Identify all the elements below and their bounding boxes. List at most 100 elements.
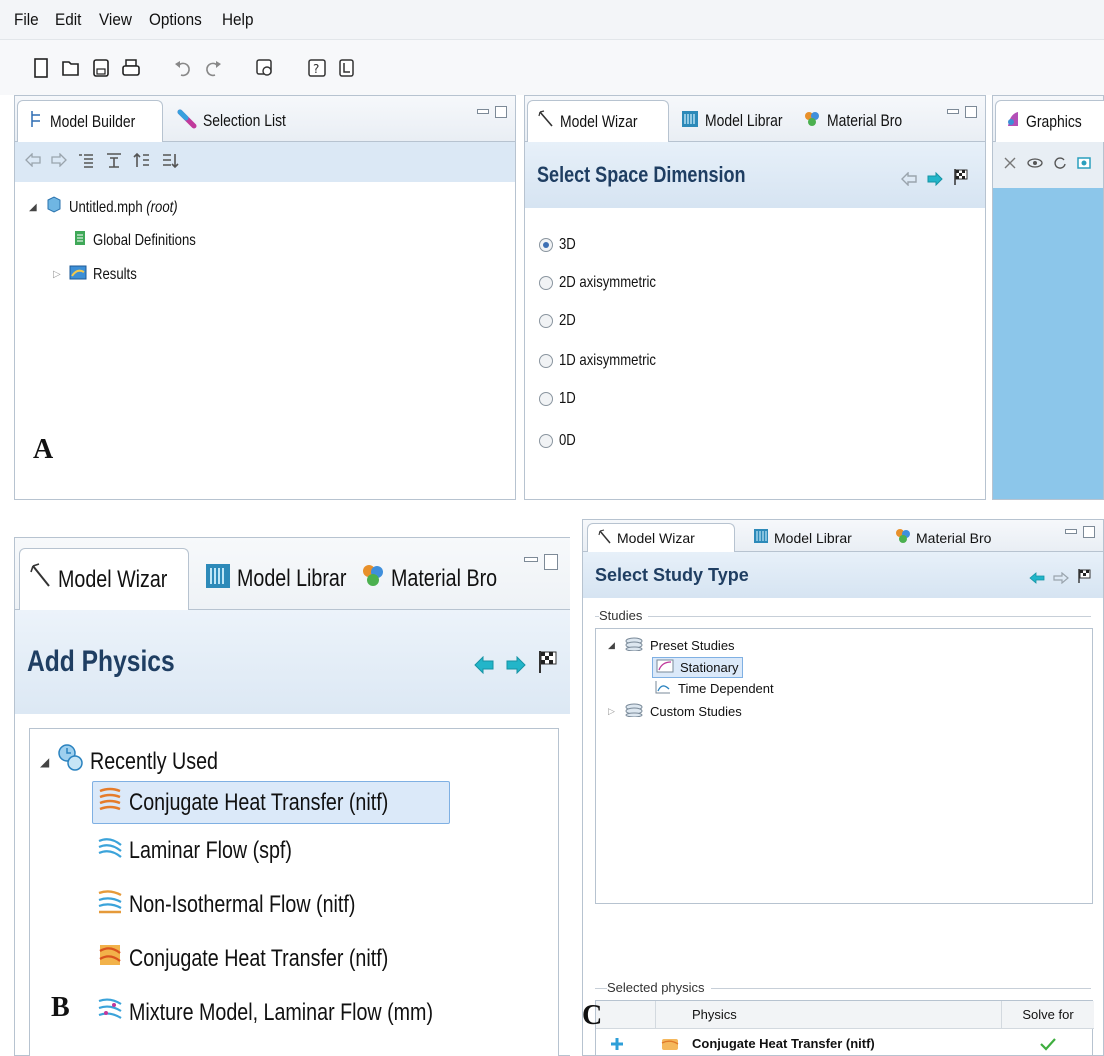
wand-icon <box>538 110 554 133</box>
undo-icon[interactable] <box>172 55 194 81</box>
finish-flag-icon[interactable] <box>953 166 969 192</box>
radio-button[interactable] <box>539 276 553 290</box>
tree-item-stationary[interactable]: Stationary <box>652 657 743 678</box>
tree-item-preset-studies[interactable]: ◢ Preset Studies <box>608 637 735 654</box>
menu-file[interactable]: File <box>14 10 39 30</box>
tab-graphics[interactable]: Graphics <box>995 100 1104 142</box>
maximize-button[interactable] <box>1083 526 1095 538</box>
wizard-nav <box>474 648 558 682</box>
tab-label: Model Librar <box>774 529 852 546</box>
update-icon[interactable] <box>254 55 276 81</box>
menu-view[interactable]: View <box>99 10 132 30</box>
model-builder-panel: Model Builder Selection List ◢ Untitled.… <box>14 95 516 500</box>
tree-item-time-dependent[interactable]: Time Dependent <box>654 680 774 697</box>
move-down-icon[interactable] <box>161 152 179 173</box>
tree-item-global-definitions[interactable]: Global Definitions <box>73 230 218 251</box>
collapsed-arrow-icon[interactable]: ▷ <box>608 706 618 717</box>
camera-icon[interactable] <box>1077 156 1091 175</box>
back-arrow-icon[interactable] <box>901 166 917 192</box>
collapsed-arrow-icon[interactable]: ▷ <box>53 269 63 280</box>
minimize-button[interactable] <box>1065 529 1077 534</box>
expanded-arrow-icon[interactable]: ◢ <box>608 640 618 651</box>
radio-1d-axisymmetric[interactable]: 1D axisymmetric <box>539 352 677 370</box>
expand-icon[interactable] <box>77 152 95 173</box>
radio-0d[interactable]: 0D <box>539 432 579 450</box>
menu-options[interactable]: Options <box>149 10 202 30</box>
back-arrow-icon[interactable] <box>474 648 494 682</box>
selected-physics-table: Physics Solve for Conjugate Heat Transfe… <box>595 1000 1094 1056</box>
finish-flag-icon[interactable] <box>1077 568 1091 589</box>
physics-item-conjugate-heat-transfer-selected[interactable]: Conjugate Heat Transfer (nitf) <box>92 781 451 824</box>
radio-2d-axisymmetric[interactable]: 2D axisymmetric <box>539 274 677 292</box>
radio-2d[interactable]: 2D <box>539 312 579 330</box>
next-arrow-icon[interactable] <box>1053 568 1069 589</box>
new-file-icon[interactable] <box>30 55 52 81</box>
documentation-icon[interactable] <box>336 55 358 81</box>
expanded-arrow-icon[interactable]: ◢ <box>29 202 39 213</box>
radio-1d[interactable]: 1D <box>539 390 579 408</box>
tab-model-library[interactable]: Model Librar <box>743 523 862 552</box>
radio-button[interactable] <box>539 354 553 368</box>
graphics-icon <box>1006 110 1020 133</box>
tab-selection-list[interactable]: Selection List <box>167 100 314 142</box>
minimize-button[interactable] <box>477 109 489 114</box>
tab-label: Material Bro <box>916 529 992 546</box>
forward-arrow-icon[interactable] <box>51 151 67 172</box>
graphics-canvas[interactable] <box>993 188 1103 499</box>
radio-3d[interactable]: 3D <box>539 236 579 254</box>
tree-item-custom-studies[interactable]: ▷ Custom Studies <box>608 703 742 720</box>
open-icon[interactable] <box>60 55 82 81</box>
wizard-nav <box>901 166 969 192</box>
radio-label: 3D <box>559 236 576 253</box>
back-arrow-icon[interactable] <box>1029 568 1045 589</box>
tab-model-wizard[interactable]: Model Wizar <box>527 100 669 142</box>
tree-item-recently-used[interactable]: ◢ Recently Used <box>40 743 246 780</box>
root-suffix: (root) <box>146 198 178 216</box>
tree-item-results[interactable]: ▷ Results <box>53 264 146 285</box>
tab-model-wizard[interactable]: Model Wizar <box>587 523 735 552</box>
maximize-button[interactable] <box>544 554 558 570</box>
next-arrow-icon[interactable] <box>927 166 943 192</box>
radio-button[interactable] <box>539 434 553 448</box>
save-icon[interactable] <box>90 55 112 81</box>
tab-model-builder[interactable]: Model Builder <box>17 100 163 142</box>
checkmark-icon[interactable] <box>1002 1029 1094 1056</box>
maximize-button[interactable] <box>495 106 507 118</box>
collapse-icon[interactable] <box>105 152 123 173</box>
radio-button[interactable] <box>539 392 553 406</box>
tab-model-wizard[interactable]: Model Wizar <box>19 548 189 610</box>
menu-edit[interactable]: Edit <box>55 10 81 30</box>
radio-button[interactable] <box>539 238 553 252</box>
add-icon[interactable] <box>610 1029 634 1056</box>
eye-icon[interactable] <box>1027 156 1043 175</box>
physics-item-mixture-model[interactable]: Mixture Model, Laminar Flow (mm) <box>97 995 500 1030</box>
radio-button[interactable] <box>539 314 553 328</box>
print-icon[interactable] <box>120 55 142 81</box>
back-arrow-icon[interactable] <box>25 151 41 172</box>
minimize-button[interactable] <box>947 109 959 114</box>
physics-item-non-isothermal-flow[interactable]: Non-Isothermal Flow (nitf) <box>97 887 405 922</box>
next-arrow-icon[interactable] <box>506 648 526 682</box>
redo-icon[interactable] <box>202 55 224 81</box>
help-icon[interactable]: ? <box>306 55 328 81</box>
rotate-icon[interactable] <box>1053 156 1067 175</box>
physics-tree: ◢ Recently Used Conjugate Heat Transfer … <box>29 728 559 1056</box>
zoom-icon[interactable] <box>1003 156 1017 175</box>
table-header-physics[interactable]: Physics <box>656 1001 1002 1029</box>
tab-material-browser[interactable]: Material Bro <box>793 100 929 142</box>
physics-label: Laminar Flow (spf) <box>129 836 292 864</box>
move-up-icon[interactable] <box>133 152 151 173</box>
tab-model-library[interactable]: Model Librar <box>671 100 810 142</box>
select-study-panel: Model Wizar Model Librar Material Bro Se… <box>582 519 1104 1056</box>
menu-help[interactable]: Help <box>222 10 253 30</box>
minimize-button[interactable] <box>524 557 538 562</box>
table-header-solve-for[interactable]: Solve for <box>1002 1001 1094 1029</box>
tree-item-root[interactable]: ◢ Untitled.mph (root) <box>29 196 202 219</box>
maximize-button[interactable] <box>965 106 977 118</box>
physics-item-conjugate-heat-transfer[interactable]: Conjugate Heat Transfer (nitf) <box>97 941 445 976</box>
tab-material-browser[interactable]: Material Bro <box>351 548 530 610</box>
finish-flag-icon[interactable] <box>538 648 558 682</box>
expanded-arrow-icon[interactable]: ◢ <box>40 755 50 769</box>
physics-item-laminar-flow[interactable]: Laminar Flow (spf) <box>97 833 328 868</box>
tab-material-browser[interactable]: Material Bro <box>885 523 1001 552</box>
